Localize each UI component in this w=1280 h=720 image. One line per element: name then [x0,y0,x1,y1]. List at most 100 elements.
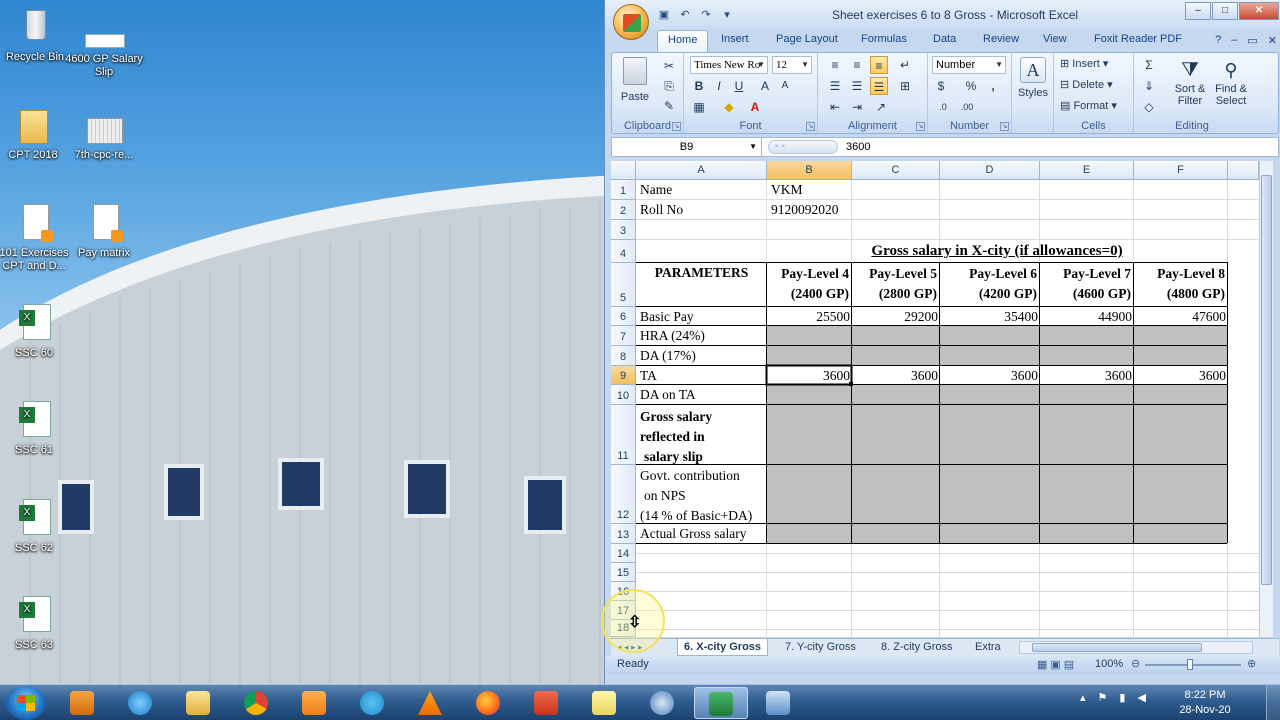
borders-icon[interactable]: ▦ [690,98,708,116]
start-button[interactable] [6,686,46,720]
cell-basic-pay[interactable]: 47600 [1134,307,1228,326]
row-header[interactable]: 3 [611,220,636,240]
increase-font-icon[interactable]: A [756,77,774,95]
zoom-out-icon[interactable]: ⊖ [1131,657,1140,670]
desktop-icon-pay-matrix[interactable]: Pay matrix [64,202,144,260]
fill-icon[interactable]: ⇓ [1140,77,1158,95]
font-name-select[interactable]: Times New Ro ▼ [690,56,768,74]
row-header[interactable]: 10 [611,385,636,405]
insert-function-icon[interactable]: ◦ ◦ [768,140,838,154]
delete-cells-button[interactable]: ⊟ Delete ▾ [1060,78,1113,91]
level-header[interactable]: Pay-Level 4 (2400 GP) [767,264,852,304]
tab-data[interactable]: Data [933,33,956,45]
zoom-slider-thumb[interactable] [1187,659,1193,670]
desktop-icon-ssc-62[interactable]: X SSC 62 [0,497,74,555]
tab-insert[interactable]: Insert [721,33,749,45]
cell-a7[interactable]: HRA (24%) [638,326,707,345]
copy-icon[interactable]: ⎘ [660,77,678,95]
show-desktop-button[interactable] [1266,685,1280,720]
scroll-thumb[interactable] [1032,643,1202,652]
row-header[interactable]: 9 [611,366,636,385]
taskbar-firefox[interactable] [462,687,516,719]
cell-a2[interactable]: Roll No [638,200,685,219]
italic-button[interactable]: I [710,77,728,95]
orientation-icon[interactable]: ↗ [872,98,890,116]
worksheet-grid[interactable]: A B C D E F 1 2 3 4 5 6 7 8 9 10 11 12 1… [611,161,1259,637]
sheet-title[interactable]: Gross salary in X-city (if allowances=0) [767,242,1227,261]
tray-expand-icon[interactable]: ▴ [1080,691,1086,704]
cell-b2[interactable]: 9120092020 [769,200,841,219]
increase-decimal-icon[interactable]: .0 [934,98,952,116]
taskbar-chrome[interactable] [230,687,284,719]
cell-ta[interactable]: 3600 [940,366,1040,385]
taskbar-media-player[interactable] [56,687,110,719]
clipboard-dialog-launcher[interactable]: ↘ [672,122,681,131]
desktop-icon-cpt-2018[interactable]: CPT 2018 [0,104,73,162]
tab-view[interactable]: View [1043,33,1067,45]
number-dialog-launcher[interactable]: ↘ [1000,122,1009,131]
ribbon-minimize-icon[interactable]: – [1231,34,1237,47]
cell-ta[interactable]: 3600 [1134,366,1228,385]
row-header[interactable]: 1 [611,180,636,200]
decrease-decimal-icon[interactable]: .00 [958,98,976,116]
decrease-indent-icon[interactable]: ⇤ [826,98,844,116]
ribbon-close-icon[interactable]: ✕ [1268,34,1277,47]
network-icon[interactable]: ⚑ [1098,691,1108,704]
column-header-a[interactable]: A [636,161,767,180]
currency-button[interactable]: $ [932,77,950,95]
autosum-icon[interactable]: Σ [1140,56,1158,74]
taskbar-foxit[interactable] [288,687,342,719]
clock[interactable]: 8:22 PM 28-Nov-20 [1170,688,1240,718]
cell-a6[interactable]: Basic Pay [638,307,696,326]
alignment-dialog-launcher[interactable]: ↘ [916,122,925,131]
maximize-button[interactable]: □ [1212,2,1238,20]
row-header[interactable]: 15 [611,563,636,582]
row-header[interactable]: 8 [611,346,636,366]
cell-a8[interactable]: DA (17%) [638,346,698,365]
align-center-icon[interactable]: ☰ [848,77,866,95]
row-header[interactable]: 5 [611,263,636,307]
cell-a13[interactable]: Actual Gross salary [638,524,748,543]
row-header[interactable]: 12 [611,465,636,524]
undo-icon[interactable]: ↶ [678,8,692,22]
level-header[interactable]: Pay-Level 8 (4800 GP) [1134,264,1228,304]
vertical-scrollbar[interactable] [1259,161,1273,637]
office-button[interactable] [613,4,649,40]
cell-basic-pay[interactable]: 35400 [940,307,1040,326]
taskbar-window-app[interactable] [752,687,806,719]
horizontal-scrollbar[interactable] [1019,641,1253,654]
column-header-d[interactable]: D [940,161,1040,180]
formula-input[interactable]: 3600 [846,138,870,156]
cell-parameters[interactable]: PARAMETERS [636,263,767,282]
underline-button[interactable]: U [730,77,748,95]
level-header[interactable]: Pay-Level 6 (4200 GP) [940,264,1040,304]
sheet-tab-z-city-gross[interactable]: 8. Z-city Gross [875,639,959,656]
desktop-icon-salary-slip[interactable]: 4600 GP Salary Slip [64,30,144,79]
row-header[interactable]: 2 [611,200,636,220]
format-painter-icon[interactable]: ✎ [660,97,678,115]
font-color-icon[interactable]: A [746,98,764,116]
row-header[interactable]: 7 [611,326,636,346]
cut-icon[interactable]: ✂ [660,57,678,75]
percent-button[interactable]: % [962,77,980,95]
taskbar-telegram[interactable] [346,687,400,719]
zoom-slider[interactable] [1145,664,1241,666]
clear-icon[interactable]: ◇ [1140,98,1158,116]
cell-basic-pay[interactable]: 29200 [852,307,940,326]
sheet-tab-y-city-gross[interactable]: 7. Y-city Gross [779,639,862,656]
scroll-thumb[interactable] [1261,175,1272,585]
row-header[interactable]: 11 [611,405,636,465]
tab-foxit-reader-pdf[interactable]: Foxit Reader PDF [1094,33,1182,45]
insert-cells-button[interactable]: ⊞ Insert ▾ [1060,57,1108,70]
font-size-select[interactable]: 12 ▼ [772,56,812,74]
cell-ta[interactable]: 3600 [767,366,852,385]
help-icon[interactable]: ? [1215,34,1221,47]
column-header-b[interactable]: B [767,161,852,180]
format-cells-button[interactable]: ▤ Format ▾ [1060,99,1117,112]
save-icon[interactable]: ▣ [657,8,671,22]
cell-a10[interactable]: DA on TA [638,385,698,404]
align-left-icon[interactable]: ☰ [826,77,844,95]
cell-ta[interactable]: 3600 [1040,366,1134,385]
select-all-corner[interactable] [611,161,636,180]
cell-b1[interactable]: VKM [769,180,805,199]
